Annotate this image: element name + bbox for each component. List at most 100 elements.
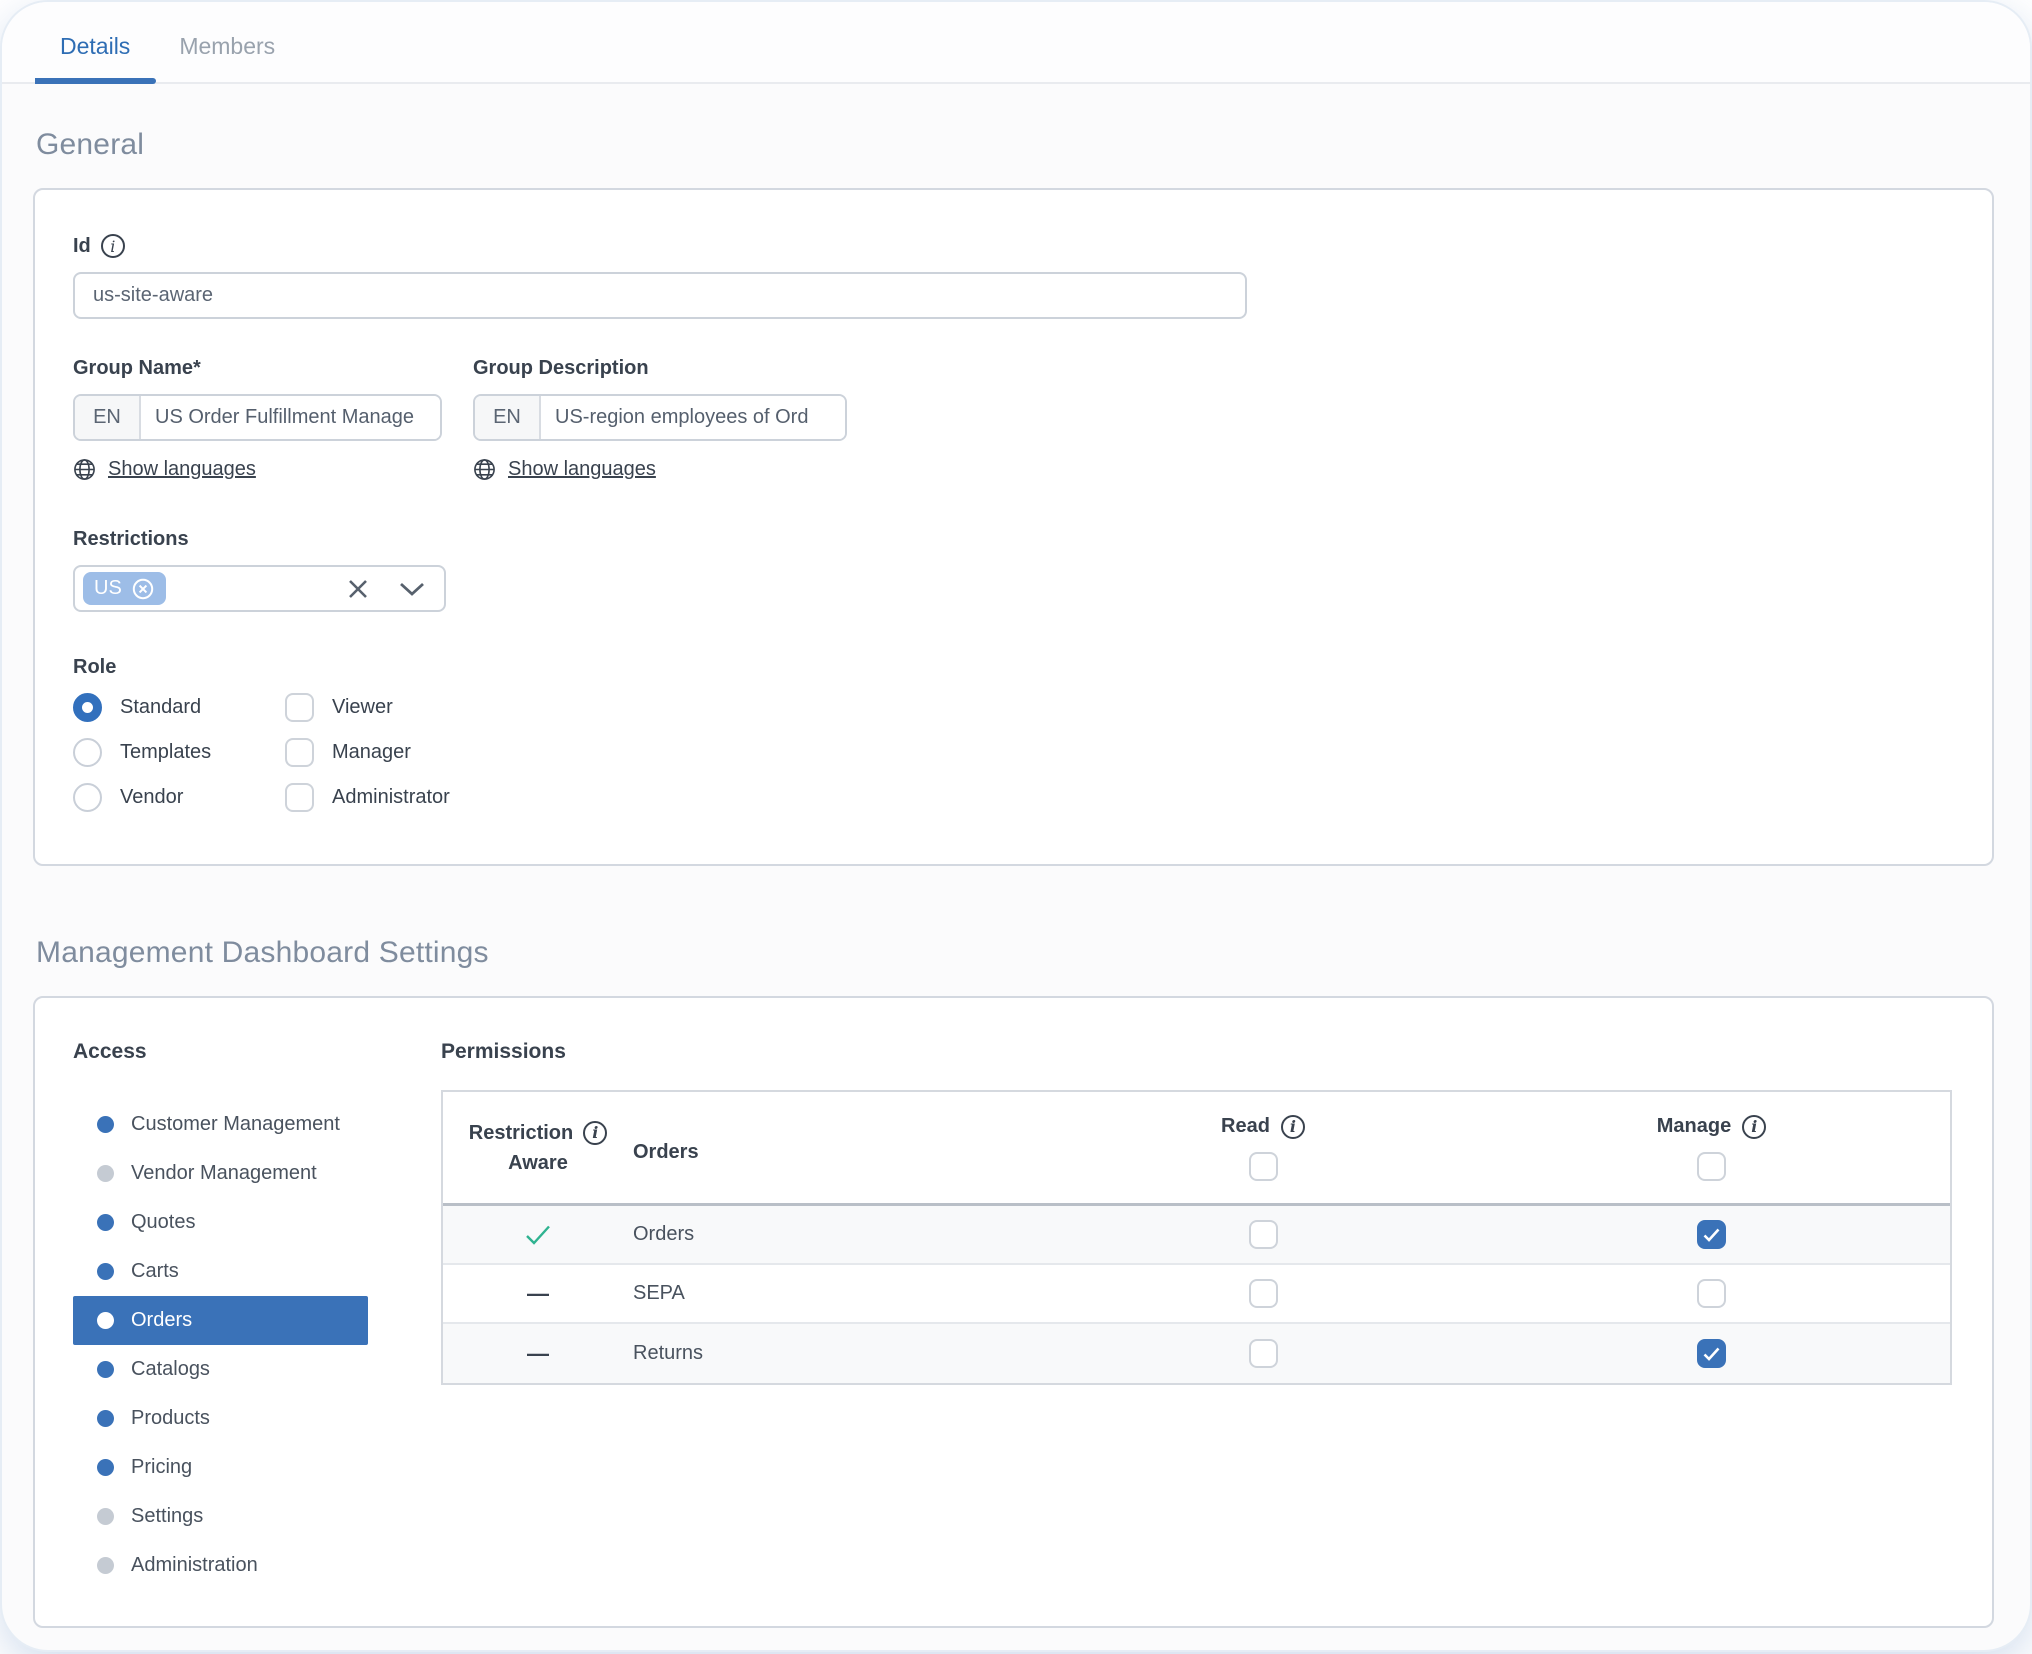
chip-remove-icon[interactable] xyxy=(131,577,155,601)
access-title: Access xyxy=(73,1040,441,1064)
access-item-label: Vendor Management xyxy=(131,1162,317,1185)
show-languages-label: Show languages xyxy=(508,458,656,481)
check-icon xyxy=(523,1223,553,1247)
role-option-label: Manager xyxy=(332,741,411,764)
status-dot xyxy=(97,1312,114,1329)
access-item-products[interactable]: Products xyxy=(73,1394,368,1443)
manage-checkbox-returns[interactable] xyxy=(1697,1339,1726,1368)
access-item-administration[interactable]: Administration xyxy=(73,1541,368,1590)
access-item-label: Administration xyxy=(131,1554,258,1577)
access-item-customer-management[interactable]: Customer Management xyxy=(73,1100,368,1149)
radio-vendor[interactable] xyxy=(73,783,102,812)
access-item-label: Customer Management xyxy=(131,1113,340,1136)
info-icon[interactable]: i xyxy=(583,1121,607,1145)
restriction-aware-cell: — xyxy=(443,1281,633,1307)
permission-row-orders: Orders xyxy=(443,1206,1950,1265)
access-item-label: Products xyxy=(131,1407,210,1430)
radio-standard[interactable] xyxy=(73,693,102,722)
status-dot xyxy=(97,1557,114,1574)
access-item-orders[interactable]: Orders xyxy=(73,1296,368,1345)
group-name-label: Group Name* xyxy=(73,357,201,380)
info-icon[interactable]: i xyxy=(1742,1115,1766,1139)
group-description-show-languages-link[interactable]: Show languages xyxy=(473,458,656,481)
access-item-label: Orders xyxy=(131,1309,192,1332)
show-languages-label: Show languages xyxy=(108,458,256,481)
status-dot xyxy=(97,1508,114,1525)
group-description-input[interactable] xyxy=(541,396,845,439)
id-field: Id i xyxy=(73,234,1944,319)
group-description-label: Group Description xyxy=(473,357,649,380)
read-checkbox-orders[interactable] xyxy=(1249,1220,1278,1249)
manage-column-header: Manage i xyxy=(1473,1115,1950,1181)
manage-checkbox-orders[interactable] xyxy=(1697,1220,1726,1249)
role-option-administrator[interactable]: Administrator xyxy=(285,783,450,812)
group-description-language-prefix: EN xyxy=(475,396,541,439)
role-option-label: Templates xyxy=(120,741,211,764)
restrictions-select[interactable]: US xyxy=(73,565,446,612)
access-column: Access Customer Management Vendor Managem… xyxy=(73,1040,441,1590)
group-details-window: Details Members General Id i Group Name*… xyxy=(2,2,2030,1650)
info-icon[interactable]: i xyxy=(1281,1115,1305,1139)
page-content: General Id i Group Name* EN xyxy=(2,128,2030,1628)
checkbox-viewer[interactable] xyxy=(285,693,314,722)
role-option-manager[interactable]: Manager xyxy=(285,738,450,767)
checkbox-administrator[interactable] xyxy=(285,783,314,812)
group-name-input[interactable] xyxy=(141,396,440,439)
tab-details[interactable]: Details xyxy=(60,33,130,82)
read-column-header: Read i xyxy=(1053,1115,1473,1181)
access-item-vendor-management[interactable]: Vendor Management xyxy=(73,1149,368,1198)
role-option-label: Vendor xyxy=(120,786,183,809)
group-name-language-prefix: EN xyxy=(75,396,141,439)
role-radio-column: Standard Templates Vendor xyxy=(73,693,285,812)
permission-row-sepa: — SEPA xyxy=(443,1265,1950,1324)
role-option-label: Standard xyxy=(120,696,201,719)
manage-all-checkbox[interactable] xyxy=(1697,1152,1726,1181)
group-description-field: Group Description EN xyxy=(473,357,847,486)
read-cell xyxy=(1053,1220,1473,1249)
manage-checkbox-sepa[interactable] xyxy=(1697,1279,1726,1308)
tab-bar: Details Members xyxy=(2,2,2030,84)
group-description-input-group: EN xyxy=(473,394,847,441)
role-label: Role xyxy=(73,656,116,679)
chip-label: US xyxy=(94,577,122,600)
access-item-label: Quotes xyxy=(131,1211,195,1234)
status-dot xyxy=(97,1361,114,1378)
role-option-viewer[interactable]: Viewer xyxy=(285,693,450,722)
general-section-heading: General xyxy=(36,128,1994,162)
role-option-templates[interactable]: Templates xyxy=(73,738,285,767)
access-item-label: Catalogs xyxy=(131,1358,210,1381)
dashboard-section-heading: Management Dashboard Settings xyxy=(36,936,1994,970)
manage-cell xyxy=(1473,1339,1950,1368)
globe-icon xyxy=(473,458,496,481)
group-name-show-languages-link[interactable]: Show languages xyxy=(73,458,256,481)
role-option-label: Viewer xyxy=(332,696,393,719)
general-card: Id i Group Name* EN xyxy=(33,188,1994,866)
radio-templates[interactable] xyxy=(73,738,102,767)
read-all-checkbox[interactable] xyxy=(1249,1152,1278,1181)
permissions-table-body: Orders—SEPA—Returns xyxy=(443,1206,1950,1383)
read-cell xyxy=(1053,1279,1473,1308)
status-dot xyxy=(97,1459,114,1476)
role-option-standard[interactable]: Standard xyxy=(73,693,285,722)
tab-members[interactable]: Members xyxy=(179,33,275,82)
access-item-settings[interactable]: Settings xyxy=(73,1492,368,1541)
access-item-pricing[interactable]: Pricing xyxy=(73,1443,368,1492)
access-list: Customer Management Vendor Management Quot… xyxy=(73,1100,441,1590)
read-checkbox-returns[interactable] xyxy=(1249,1339,1278,1368)
access-item-quotes[interactable]: Quotes xyxy=(73,1198,368,1247)
dash-icon: — xyxy=(527,1281,549,1307)
read-checkbox-sepa[interactable] xyxy=(1249,1279,1278,1308)
role-option-label: Administrator xyxy=(332,786,450,809)
info-icon[interactable]: i xyxy=(101,234,125,258)
access-item-catalogs[interactable]: Catalogs xyxy=(73,1345,368,1394)
restriction-chip-us[interactable]: US xyxy=(83,572,166,605)
restriction-aware-cell: — xyxy=(443,1341,633,1367)
checkbox-manager[interactable] xyxy=(285,738,314,767)
permission-name: SEPA xyxy=(633,1282,1053,1305)
id-input[interactable] xyxy=(73,272,1247,319)
role-options: Standard Templates Vendor Viewer Manager Admi… xyxy=(73,693,1944,812)
clear-selection-icon[interactable] xyxy=(346,577,370,601)
chevron-down-icon[interactable] xyxy=(398,580,426,598)
role-option-vendor[interactable]: Vendor xyxy=(73,783,285,812)
access-item-carts[interactable]: Carts xyxy=(73,1247,368,1296)
